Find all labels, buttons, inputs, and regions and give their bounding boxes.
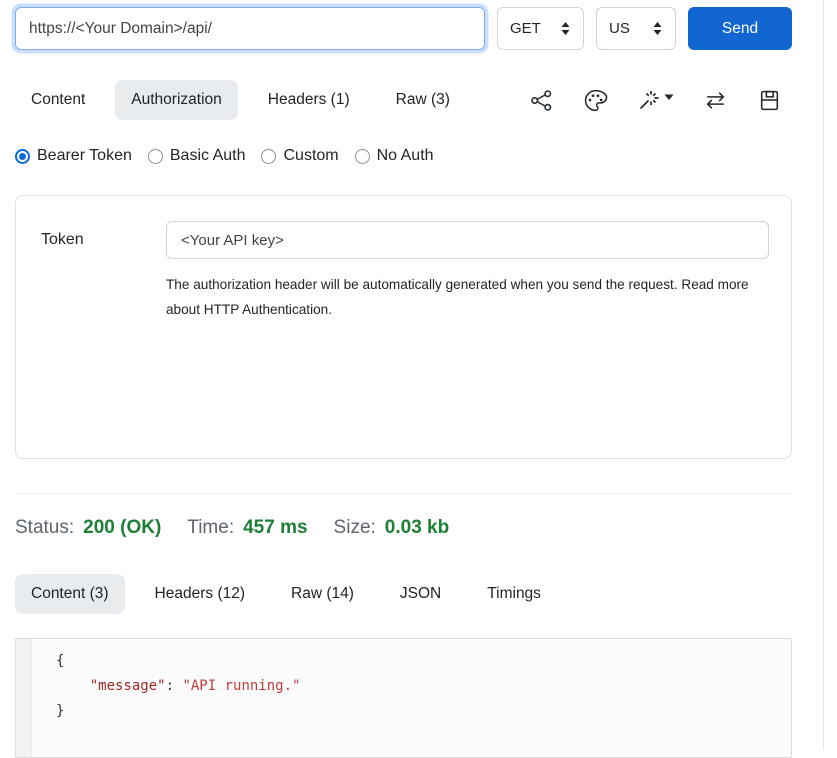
radio-icon xyxy=(261,149,276,164)
token-label: Token xyxy=(41,231,166,249)
response-tab-json[interactable]: JSON xyxy=(384,574,457,614)
select-arrows-icon xyxy=(652,21,663,36)
theme-palette-icon[interactable] xyxy=(583,88,608,113)
json-key: "message" xyxy=(90,678,166,694)
radio-icon xyxy=(148,149,163,164)
region-select[interactable]: US xyxy=(596,7,676,50)
select-arrows-icon xyxy=(560,21,571,36)
response-body-panel: { "message": "API running." } xyxy=(15,638,792,758)
method-select[interactable]: GET xyxy=(497,7,584,50)
share-icon[interactable] xyxy=(529,88,554,113)
page-edge-divider xyxy=(823,0,824,750)
status-value: 200 (OK) xyxy=(83,517,161,539)
auth-option-label: Basic Auth xyxy=(170,147,246,165)
response-tab-headers[interactable]: Headers (12) xyxy=(139,574,261,614)
token-row: Token xyxy=(41,221,769,259)
response-summary: Status: 200 (OK) Time: 457 ms Size: 0.03… xyxy=(15,517,792,539)
auth-options: Bearer Token Basic Auth Custom No Auth xyxy=(15,147,792,165)
json-separator: : xyxy=(166,678,183,694)
token-input[interactable] xyxy=(166,221,769,259)
auth-option-label: No Auth xyxy=(377,147,434,165)
time-value: 457 ms xyxy=(243,517,307,539)
region-select-value: US xyxy=(609,20,630,37)
auth-option-label: Bearer Token xyxy=(37,147,132,165)
method-select-value: GET xyxy=(510,20,541,37)
json-open-brace: { xyxy=(56,653,64,669)
response-tab-timings[interactable]: Timings xyxy=(471,574,557,614)
response-tab-raw[interactable]: Raw (14) xyxy=(275,574,370,614)
save-icon[interactable] xyxy=(757,88,782,113)
auth-option-label: Custom xyxy=(283,147,338,165)
code-gutter xyxy=(16,639,32,757)
request-tabs: Content Authorization Headers (1) Raw (3… xyxy=(15,80,466,120)
auth-option-bearer-token[interactable]: Bearer Token xyxy=(15,147,132,165)
tab-headers[interactable]: Headers (1) xyxy=(252,80,366,120)
section-divider xyxy=(15,493,792,494)
url-input[interactable] xyxy=(15,7,485,50)
auth-option-no-auth[interactable]: No Auth xyxy=(355,147,434,165)
auth-panel: Token The authorization header will be a… xyxy=(15,195,792,459)
auth-help-text: The authorization header will be automat… xyxy=(166,272,766,322)
json-value: "API running." xyxy=(182,678,300,694)
response-json: { "message": "API running." } xyxy=(56,649,791,724)
request-tabs-row: Content Authorization Headers (1) Raw (3… xyxy=(15,80,792,120)
size-value: 0.03 kb xyxy=(385,517,449,539)
swap-arrows-icon[interactable] xyxy=(703,88,728,113)
toolbar-icons xyxy=(529,88,782,113)
send-button[interactable]: Send xyxy=(688,7,792,50)
radio-selected-icon xyxy=(15,149,30,164)
response-tab-content[interactable]: Content (3) xyxy=(15,574,125,614)
response-tabs: Content (3) Headers (12) Raw (14) JSON T… xyxy=(15,574,792,614)
json-close-brace: } xyxy=(56,703,64,719)
auth-option-basic-auth[interactable]: Basic Auth xyxy=(148,147,246,165)
time-label: Time: xyxy=(187,517,234,539)
radio-icon xyxy=(355,149,370,164)
request-bar: GET US Send xyxy=(15,7,792,50)
auth-option-custom[interactable]: Custom xyxy=(261,147,338,165)
tab-authorization[interactable]: Authorization xyxy=(115,80,237,120)
status-label: Status: xyxy=(15,517,74,539)
size-label: Size: xyxy=(334,517,376,539)
main-content: GET US Send Content Authorization Header… xyxy=(15,0,792,758)
tab-raw[interactable]: Raw (3) xyxy=(380,80,466,120)
tab-content[interactable]: Content xyxy=(15,80,101,120)
auto-generate-dropdown-icon[interactable] xyxy=(637,88,674,112)
